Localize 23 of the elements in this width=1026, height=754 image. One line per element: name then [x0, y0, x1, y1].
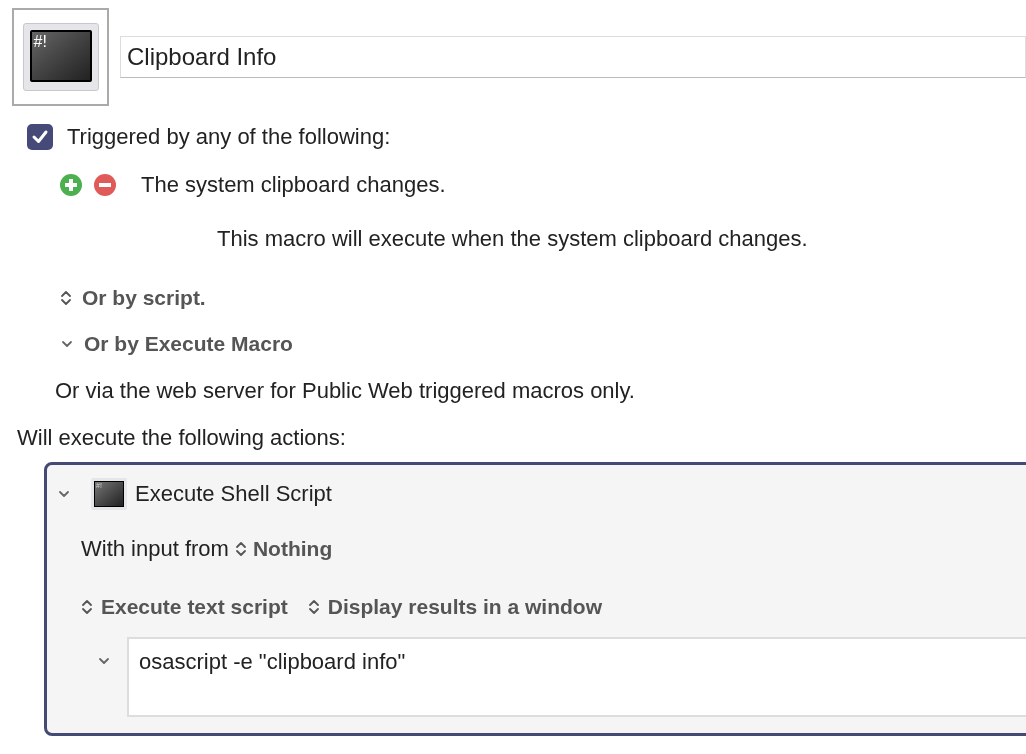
stepper-icon: [234, 539, 247, 558]
macro-icon-well[interactable]: #!: [12, 8, 109, 106]
trigger-heading: Triggered by any of the following:: [67, 123, 391, 151]
web-server-note: Or via the web server for Public Web triggered macros only.: [55, 377, 636, 405]
checkbox[interactable]: [27, 123, 53, 150]
option-popup[interactable]: Display results in a window: [327, 591, 602, 623]
input-label: With input from: [81, 535, 229, 563]
remove-icon[interactable]: [93, 172, 117, 197]
input-source-popup[interactable]: Nothing: [252, 532, 333, 565]
trigger-description: This macro will execute when the system clipboard changes.: [217, 225, 809, 253]
trigger-option[interactable]: Or by script.: [82, 282, 206, 314]
option-popup[interactable]: Execute text script: [101, 591, 288, 623]
trigger-text: The system clipboard changes.: [141, 171, 446, 199]
add-icon[interactable]: [59, 172, 83, 197]
action-title: Execute Shell Script: [135, 480, 332, 508]
trigger-option[interactable]: Or by Execute Macro: [84, 328, 293, 360]
stepper-icon: [60, 289, 72, 307]
stepper-icon: [307, 597, 320, 616]
script-field[interactable]: osascript -e "clipboard info": [127, 636, 1026, 717]
macro-name-field[interactable]: Clipboard Info: [120, 36, 1026, 78]
stepper-icon: [81, 597, 93, 616]
actions-heading: Will execute the following actions:: [17, 424, 347, 452]
terminal-icon: #!: [22, 23, 99, 91]
